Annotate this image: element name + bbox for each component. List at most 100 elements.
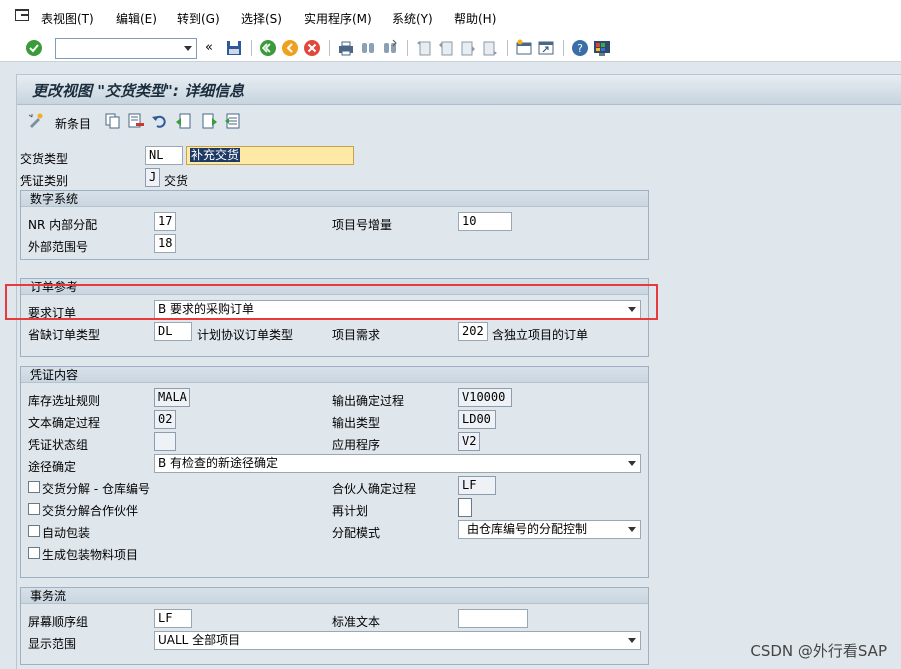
external-range-input[interactable]: 18 — [154, 234, 176, 253]
item-requirement-label: 项目需求 — [332, 328, 381, 342]
previous-entry-icon[interactable] — [175, 112, 193, 130]
select-all-icon[interactable] — [224, 112, 242, 130]
chevron-down-icon[interactable] — [628, 638, 636, 643]
exit-icon[interactable] — [281, 39, 299, 57]
transaction-flow-title: 事务流 — [21, 588, 648, 604]
rescheduling-checkbox[interactable] — [458, 498, 472, 517]
item-requirement-text: 含独立项目的订单 — [492, 328, 589, 342]
application-toolbar: 新条目 — [17, 106, 901, 138]
item-requirement-value: 202 — [462, 324, 484, 338]
menu-edit[interactable]: 编辑(E) — [116, 10, 157, 27]
command-field[interactable] — [55, 38, 197, 59]
menu-table-view[interactable]: 表视图(T) — [41, 10, 94, 27]
page-title: 更改视图 "交货类型": 详细信息 — [32, 82, 245, 100]
enter-icon[interactable] — [25, 39, 43, 57]
back-icon[interactable] — [259, 39, 277, 57]
display-range-value: UALL 全部项目 — [158, 633, 241, 647]
copy-icon[interactable] — [104, 112, 122, 130]
delete-icon[interactable] — [127, 112, 145, 130]
display-range-dropdown[interactable]: UALL 全部项目 — [154, 631, 641, 650]
toolbar-separator — [563, 40, 564, 56]
next-entry-icon[interactable] — [200, 112, 218, 130]
customize-layout-icon[interactable] — [593, 39, 611, 57]
delivery-type-label: 交货类型 — [20, 152, 69, 166]
text-det-proc-field: 02 — [154, 410, 176, 429]
doc-category-label: 凭证类别 — [20, 174, 69, 188]
print-icon[interactable] — [337, 39, 355, 57]
delivery-type-value: NL — [149, 148, 164, 162]
chevron-down-icon[interactable] — [628, 461, 636, 466]
first-page-icon[interactable] — [415, 39, 433, 57]
split-wh-label: 交货分解 - 仓库编号 — [42, 482, 150, 496]
delivery-type-description-value: 补充交货 — [190, 148, 241, 162]
nr-internal-input[interactable]: 17 — [154, 212, 176, 231]
default-order-type-value: DL — [158, 324, 173, 338]
application-field: V2 — [458, 432, 480, 451]
standard-toolbar: « ? — [0, 36, 901, 62]
partner-det-proc-value: LF — [462, 478, 477, 492]
default-order-type-input[interactable]: DL — [154, 322, 192, 341]
collapse-icon[interactable]: « — [205, 40, 213, 55]
watermark: CSDN @外行看SAP — [750, 642, 887, 660]
standard-text-label: 标准文本 — [332, 615, 381, 629]
menu-help[interactable]: 帮助(H) — [454, 10, 496, 27]
gen-packing-checkbox[interactable] — [28, 547, 40, 559]
item-increment-label: 项目号增量 — [332, 218, 393, 232]
application-label: 应用程序 — [332, 438, 381, 452]
document-content-title: 凭证内容 — [21, 367, 648, 383]
new-entries-button[interactable]: 新条目 — [55, 115, 91, 132]
output-type-field: LD00 — [458, 410, 496, 429]
toolbar-separator — [251, 40, 252, 56]
find-icon[interactable] — [359, 39, 377, 57]
help-icon[interactable]: ? — [571, 39, 589, 57]
standard-text-input[interactable] — [458, 609, 528, 628]
distrib-mode-dropdown[interactable]: 由仓库编号的分配控制 — [458, 520, 641, 539]
auto-pack-checkbox[interactable] — [28, 525, 40, 537]
delivery-type-description-input[interactable]: 补充交货 — [186, 146, 354, 165]
route-det-label: 途径确定 — [28, 460, 77, 474]
split-wh-checkbox[interactable] — [28, 481, 40, 493]
toolbar-separator — [329, 40, 330, 56]
external-range-value: 18 — [158, 236, 173, 250]
next-page-icon[interactable] — [459, 39, 477, 57]
split-partner-checkbox[interactable] — [28, 503, 40, 515]
distrib-mode-value: 由仓库编号的分配控制 — [467, 522, 588, 536]
storage-loc-rule-field: MALA — [154, 388, 190, 407]
doc-status-group-field — [154, 432, 176, 451]
partner-det-proc-field: LF — [458, 476, 496, 495]
partner-det-proc-label: 合伙人确定过程 — [332, 482, 417, 496]
item-increment-input[interactable]: 10 — [458, 212, 512, 231]
last-page-icon[interactable] — [481, 39, 499, 57]
system-menu-icon[interactable] — [15, 9, 29, 21]
chevron-down-icon[interactable] — [184, 46, 192, 51]
chevron-down-icon[interactable] — [628, 527, 636, 532]
doc-category-text: 交货 — [164, 174, 189, 188]
doc-category-field: J — [145, 168, 160, 187]
menu-utilities[interactable]: 实用程序(M) — [304, 10, 372, 27]
doc-category-value: J — [149, 170, 157, 184]
undo-icon[interactable] — [151, 112, 169, 130]
item-requirement-input[interactable]: 202 — [458, 322, 488, 341]
new-session-icon[interactable] — [515, 39, 533, 57]
auto-pack-label: 自动包装 — [42, 526, 91, 540]
application-value: V2 — [462, 434, 477, 448]
storage-loc-rule-label: 库存选址规则 — [28, 394, 101, 408]
previous-page-icon[interactable] — [437, 39, 455, 57]
nr-internal-label: NR 内部分配 — [28, 218, 98, 232]
route-det-dropdown[interactable]: B 有检查的新途径确定 — [154, 454, 641, 473]
title-bar: 更改视图 "交货类型": 详细信息 — [17, 75, 901, 105]
menu-goto[interactable]: 转到(G) — [177, 10, 220, 27]
nr-internal-value: 17 — [158, 214, 173, 228]
screen-seq-input[interactable]: LF — [154, 609, 192, 628]
save-icon[interactable] — [225, 39, 243, 57]
display-change-icon[interactable] — [27, 112, 45, 130]
toolbar-separator — [507, 40, 508, 56]
shortcut-icon[interactable] — [537, 39, 555, 57]
default-order-type-label: 省缺订单类型 — [28, 328, 101, 342]
text-det-proc-value: 02 — [158, 412, 173, 426]
menu-selection[interactable]: 选择(S) — [241, 10, 282, 27]
menu-system[interactable]: 系统(Y) — [392, 10, 433, 27]
find-next-icon[interactable] — [381, 39, 399, 57]
cancel-icon[interactable] — [303, 39, 321, 57]
number-system-title: 数字系统 — [21, 191, 648, 207]
